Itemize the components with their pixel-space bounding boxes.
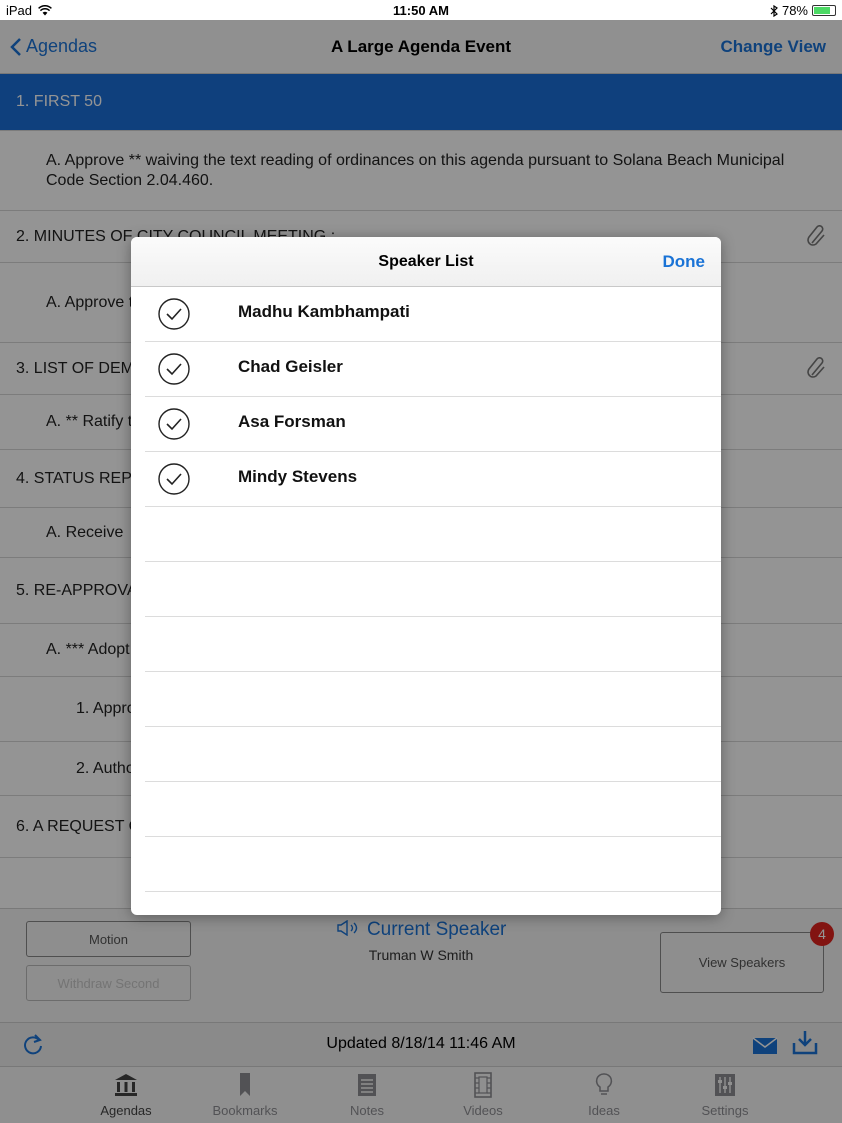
bottom-toolbar: Updated 8/18/14 11:46 AM — [0, 1022, 842, 1066]
empty-list-row — [145, 782, 721, 837]
speaker-list: Madhu Kambhampati Chad Geisler Asa Forsman… — [131, 287, 721, 892]
empty-list-row — [145, 562, 721, 617]
empty-list-row — [145, 727, 721, 782]
empty-list-row — [145, 617, 721, 672]
speaker-name: Madhu Kambhampati — [238, 302, 410, 321]
popover-header: Speaker List Done — [131, 237, 721, 287]
speaker-row[interactable]: Mindy Stevens — [145, 452, 721, 507]
chevron-left-icon — [10, 37, 21, 56]
checkmark-circle-icon — [158, 298, 190, 330]
tab-label: Videos — [463, 1103, 503, 1118]
change-view-button[interactable]: Change View — [721, 37, 827, 57]
last-updated-text: Updated 8/18/14 11:46 AM — [326, 1035, 516, 1052]
speaker-row[interactable]: Chad Geisler — [145, 342, 721, 397]
navigation-bar: Agendas A Large Agenda Event Change View — [0, 20, 842, 74]
speaker-count-badge: 4 — [810, 922, 834, 946]
tab-label: Settings — [701, 1103, 749, 1118]
agenda-item-text: A. Approve ** waiving the text reading o… — [46, 151, 785, 189]
paperclip-icon[interactable] — [806, 356, 828, 381]
battery-icon — [812, 5, 836, 16]
bank-icon — [115, 1074, 137, 1096]
current-speaker-label: Current Speaker — [366, 919, 507, 940]
tab-settings[interactable]: Settings — [675, 1071, 775, 1118]
speaker-name: Asa Forsman — [238, 412, 346, 431]
withdraw-second-button[interactable]: Withdraw Second — [26, 965, 191, 1001]
speaker-list-popover: Speaker List Done Madhu Kambhampati Chad … — [131, 237, 721, 915]
checkmark-circle-icon — [158, 463, 190, 495]
lightbulb-icon — [595, 1073, 613, 1095]
agenda-item[interactable]: 1. FIRST 50 — [0, 74, 842, 131]
agenda-item-text: 1. FIRST 50 — [16, 93, 102, 110]
checkmark-circle-icon — [158, 408, 190, 440]
tab-label: Notes — [350, 1103, 384, 1118]
tab-label: Agendas — [100, 1103, 152, 1118]
agenda-item[interactable]: A. Approve ** waiving the text reading o… — [0, 131, 842, 211]
tab-videos[interactable]: Videos — [433, 1071, 533, 1118]
notes-icon — [358, 1074, 376, 1096]
empty-list-row — [145, 507, 721, 562]
tab-bookmarks[interactable]: Bookmarks — [195, 1071, 295, 1118]
tab-ideas[interactable]: Ideas — [554, 1071, 654, 1118]
bluetooth-icon — [770, 4, 778, 17]
speaker-panel: Motion Withdraw Second Current Speaker T… — [0, 908, 842, 1022]
back-button[interactable]: Agendas — [10, 36, 97, 57]
tab-label: Ideas — [588, 1103, 620, 1118]
done-button[interactable]: Done — [663, 252, 706, 272]
tab-label: Bookmarks — [212, 1103, 278, 1118]
empty-list-row — [145, 837, 721, 892]
film-icon — [474, 1072, 492, 1098]
page-title: A Large Agenda Event — [330, 37, 512, 56]
checkmark-circle-icon — [158, 353, 190, 385]
battery-percent: 78% — [781, 3, 808, 18]
tab-notes[interactable]: Notes — [317, 1071, 417, 1118]
download-icon[interactable] — [792, 1029, 818, 1057]
back-button-label: Agendas — [26, 36, 98, 56]
status-bar: iPad 11:50 AM 78% — [0, 0, 842, 20]
speaker-name: Chad Geisler — [238, 357, 343, 376]
paperclip-icon[interactable] — [806, 224, 828, 249]
clock: 11:50 AM — [393, 3, 449, 18]
tab-bar: Agendas Bookmarks Notes Videos Ideas Settings — [0, 1066, 842, 1123]
bookmark-icon — [240, 1073, 250, 1096]
speaker-row[interactable]: Asa Forsman — [145, 397, 721, 452]
speaker-row[interactable]: Madhu Kambhampati — [145, 287, 721, 342]
popover-title: Speaker List — [378, 253, 474, 270]
status-right: 78% — [770, 3, 836, 18]
speaker-name: Mindy Stevens — [238, 467, 358, 486]
megaphone-icon — [336, 919, 357, 937]
mail-icon[interactable] — [752, 1037, 778, 1055]
tab-agendas[interactable]: Agendas — [76, 1071, 176, 1118]
view-speakers-button[interactable]: View Speakers — [660, 932, 824, 993]
sliders-icon — [715, 1074, 735, 1096]
empty-list-row — [145, 672, 721, 727]
